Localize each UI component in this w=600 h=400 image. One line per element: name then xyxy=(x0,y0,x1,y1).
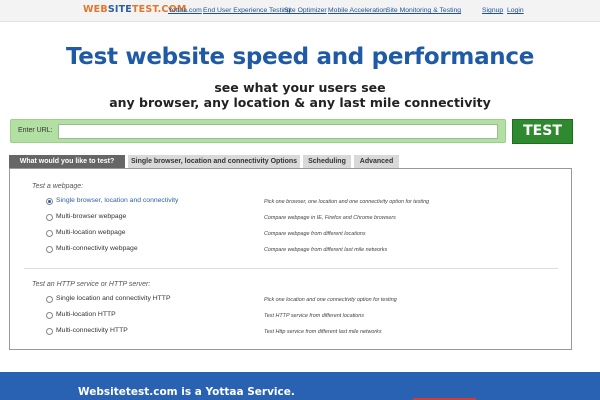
nav-link-site-monitoring[interactable]: Site Monitoring & Testing xyxy=(386,7,461,14)
nav-link-site-optimizer[interactable]: Site Optimizer xyxy=(284,7,327,14)
nav-link-end-user-experience[interactable]: End User Experience Testing xyxy=(203,7,291,14)
tab-what-to-test[interactable]: What would you like to test? xyxy=(9,155,125,169)
option-description: Compare webpage from different last mile… xyxy=(264,247,388,253)
logo-part-site: SITE xyxy=(107,4,132,15)
radio-multi-connectivity[interactable] xyxy=(46,246,53,253)
url-input[interactable] xyxy=(58,124,498,139)
page-title: Test website speed and performance xyxy=(65,44,535,70)
radio-multi-location[interactable] xyxy=(46,230,53,237)
option-description: Pick one browser, one location and one c… xyxy=(264,199,430,205)
page-subtitle-line1: see what your users see xyxy=(214,80,386,95)
tab-advanced[interactable]: Advanced xyxy=(354,155,399,169)
url-label: Enter URL: xyxy=(18,127,53,134)
page-subtitle-line2: any browser, any location & any last mil… xyxy=(109,95,491,110)
radio-multi-connectivity-http[interactable] xyxy=(46,328,53,335)
option-description: Pick one location and one connectivity o… xyxy=(264,297,397,303)
radio-single-http[interactable] xyxy=(46,296,53,303)
test-button[interactable]: TEST xyxy=(512,119,573,144)
option-description: Compare webpage from different locations xyxy=(264,231,366,237)
option-description: Test HTTP service from different locatio… xyxy=(264,313,364,319)
radio-multi-browser[interactable] xyxy=(46,214,53,221)
option-description: Test Http service from different last mi… xyxy=(264,329,382,335)
option-description: Compare webpage in IE, Firefox and Chrom… xyxy=(264,215,396,221)
section-divider xyxy=(24,268,558,269)
option-label: Multi-location HTTP xyxy=(56,311,116,318)
radio-multi-location-http[interactable] xyxy=(46,312,53,319)
nav-link-yottaa[interactable]: Yottaa.com xyxy=(168,7,202,14)
option-label: Single location and connectivity HTTP xyxy=(56,295,171,302)
option-label: Multi-connectivity HTTP xyxy=(56,327,128,334)
nav-link-mobile-acceleration[interactable]: Mobile Acceleration xyxy=(328,7,387,14)
test-options-panel: Test a webpage: Single browser, location… xyxy=(9,168,572,350)
tab-single-browser-options[interactable]: Single browser, location and connectivit… xyxy=(128,155,300,169)
login-link[interactable]: Login xyxy=(507,7,524,14)
http-section-title: Test an HTTP service or HTTP server: xyxy=(32,281,151,288)
signup-link[interactable]: Signup xyxy=(482,7,503,14)
option-label: Single browser, location and connectivit… xyxy=(56,197,179,204)
top-nav-bar: WEBSITETEST.COM Yottaa.com End User Expe… xyxy=(0,0,600,22)
tab-scheduling[interactable]: Scheduling xyxy=(303,155,351,169)
option-label: Multi-connectivity webpage xyxy=(56,245,138,252)
webpage-section-title: Test a webpage: xyxy=(32,183,84,190)
url-entry-bar: Enter URL: xyxy=(10,119,506,143)
footer-text: Websitetest.com is a Yottaa Service. xyxy=(78,386,295,398)
option-label: Multi-browser webpage xyxy=(56,213,127,220)
radio-single-browser[interactable] xyxy=(46,198,53,205)
option-label: Multi-location webpage xyxy=(56,229,126,236)
logo-part-web: WEB xyxy=(83,4,108,15)
footer-banner: Websitetest.com is a Yottaa Service. xyxy=(0,372,600,400)
